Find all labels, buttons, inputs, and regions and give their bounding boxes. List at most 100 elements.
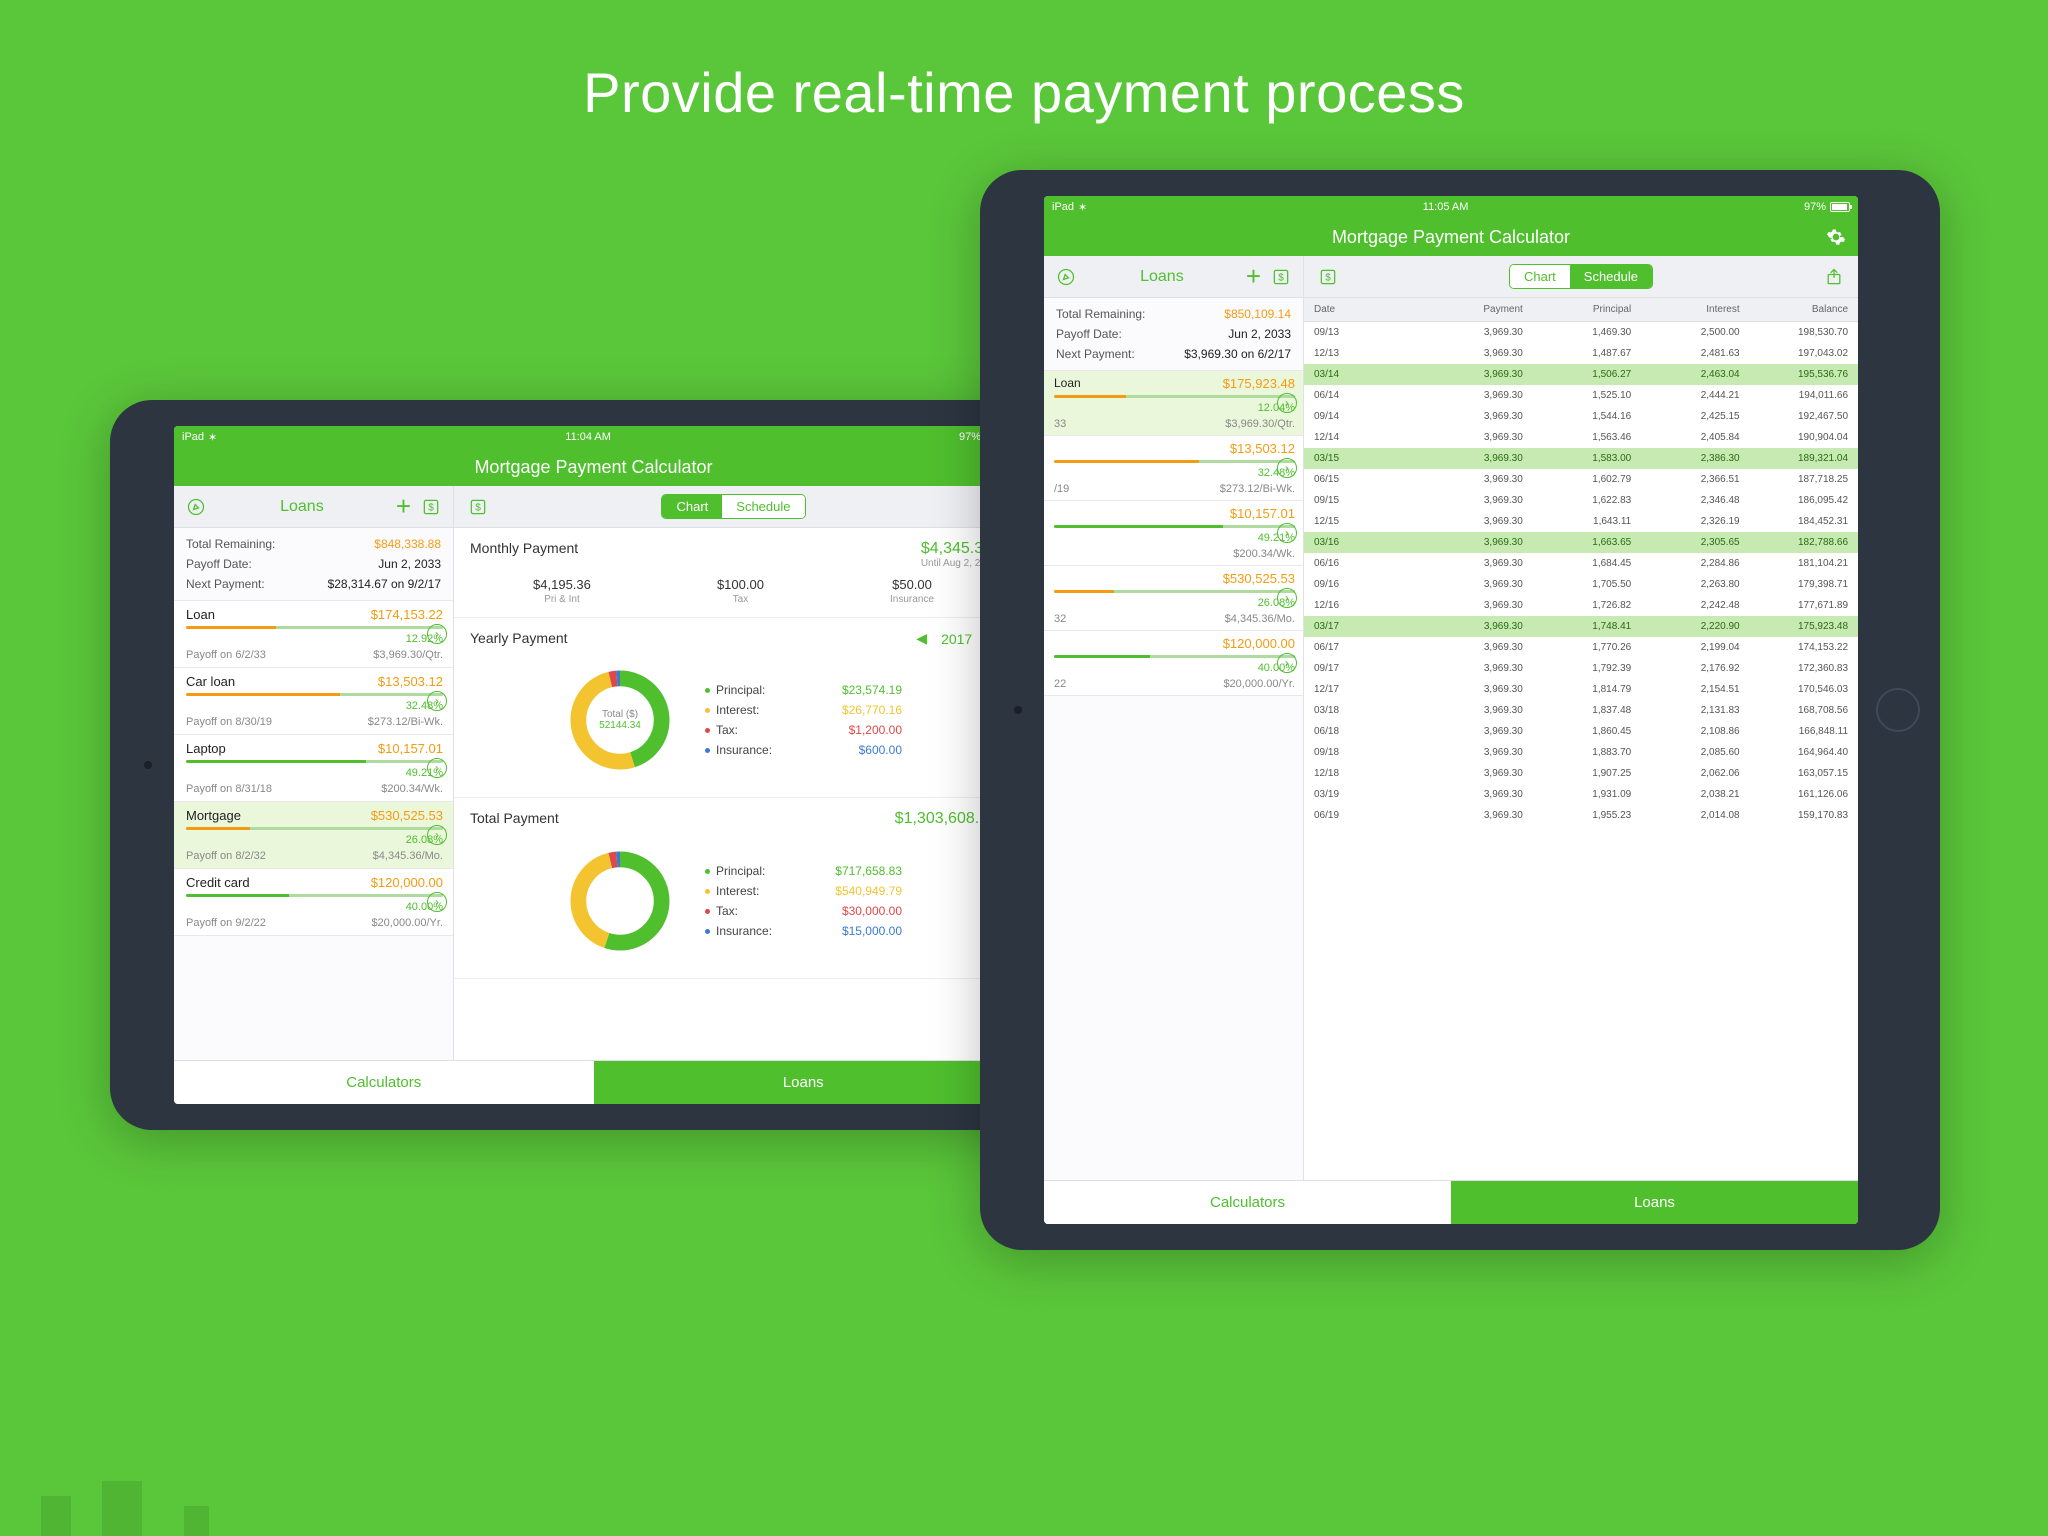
skyline-decoration [0,1476,2048,1536]
schedule-row[interactable]: 09/163,969.301,705.502,263.80179,398.71 [1304,574,1858,595]
chart-schedule-segment: Chart Schedule [661,494,805,519]
total-payment-panel: Total Payment $1,303,608.62 [454,798,1013,979]
compass-icon[interactable] [184,495,208,519]
monthly-payment-panel: Monthly Payment $4,345.36Until Aug 2, 20… [454,528,1013,618]
home-button[interactable] [1876,688,1920,732]
battery-pct: 97% [959,431,981,443]
donut-center-label: Total ($) [565,709,675,720]
ipad-right: iPad✶ 11:05 AM 97% Mortgage Payment Calc… [980,170,1940,1250]
tab-loans[interactable]: Loans [1451,1181,1858,1224]
schedule-row[interactable]: 09/153,969.301,622.832,346.48186,095.42 [1304,490,1858,511]
schedule-row[interactable]: 12/183,969.301,907.252,062.06163,057.15 [1304,763,1858,784]
currency-icon[interactable]: $ [466,495,490,519]
schedule-row[interactable]: 12/163,969.301,726.822,242.48177,671.89 [1304,595,1858,616]
monthly-insurance-value: $50.00 [890,577,934,592]
chevron-right-icon[interactable]: › [1277,588,1297,608]
schedule-row[interactable]: 03/193,969.301,931.092,038.21161,126.06 [1304,784,1858,805]
status-bar: iPad✶ 11:05 AM 97% [1044,196,1858,218]
summary-panel: Total Remaining:$850,109.14 Payoff Date:… [1044,298,1303,371]
legend-row: Insurance:$600.00 [705,740,902,760]
schedule-row[interactable]: 06/193,969.301,955.232,014.08159,170.83 [1304,805,1858,826]
camera-icon [144,761,152,769]
segment-schedule[interactable]: Schedule [1570,265,1652,288]
currency-icon[interactable]: $ [1316,265,1340,289]
title-bar: Mortgage Payment Calculator [174,448,1013,486]
schedule-row[interactable]: 03/153,969.301,583.002,386.30189,321.04 [1304,448,1858,469]
schedule-row[interactable]: 03/183,969.301,837.482,131.83168,708.56 [1304,700,1858,721]
loan-item[interactable]: Credit card$120,000.00 40.00% Payoff on … [174,869,453,936]
yearly-payment-panel: Yearly Payment ◀ 2017 ▶ [454,618,1013,798]
schedule-header-cell: Balance [1744,304,1852,315]
status-time: 11:05 AM [1087,201,1804,213]
chevron-right-icon[interactable]: › [427,825,447,845]
battery-pct: 97% [1804,201,1826,213]
schedule-row[interactable]: 06/143,969.301,525.102,444.21194,011.66 [1304,385,1858,406]
tab-calculators[interactable]: Calculators [1044,1181,1451,1224]
segment-chart[interactable]: Chart [662,495,722,518]
currency-icon[interactable]: $ [419,495,443,519]
loan-item[interactable]: $120,000.00 40.00% 22$20,000.00/Yr. › [1044,631,1303,696]
loan-item[interactable]: Loan$175,923.48 12.04% 33$3,969.30/Qtr. … [1044,371,1303,436]
schedule-header-cell: Interest [1635,304,1743,315]
schedule-row[interactable]: 06/173,969.301,770.262,199.04174,153.22 [1304,637,1858,658]
settings-button[interactable] [1826,227,1846,247]
loans-toolbar: Loans + $ [174,486,453,528]
add-loan-button[interactable]: + [396,491,411,522]
schedule-row[interactable]: 06/153,969.301,602.792,366.51187,718.25 [1304,469,1858,490]
svg-text:$: $ [428,502,434,513]
chevron-right-icon[interactable]: › [1277,523,1297,543]
schedule-row[interactable]: 03/163,969.301,663.652,305.65182,788.66 [1304,532,1858,553]
chevron-right-icon[interactable]: › [1277,393,1297,413]
monthly-pri-int-label: Pri & Int [533,594,591,605]
segment-schedule[interactable]: Schedule [722,495,804,518]
loan-item[interactable]: $530,525.53 26.08% 32$4,345.36/Mo. › [1044,566,1303,631]
tab-bar: Calculators Loans [174,1060,1013,1104]
schedule-row[interactable]: 12/173,969.301,814.792,154.51170,546.03 [1304,679,1858,700]
chevron-right-icon[interactable]: › [1277,653,1297,673]
year-prev-button[interactable]: ◀ [916,630,927,647]
schedule-row[interactable]: 06/183,969.301,860.452,108.86166,848.11 [1304,721,1858,742]
year-value: 2017 [941,631,972,647]
schedule-row[interactable]: 12/153,969.301,643.112,326.19184,452.31 [1304,511,1858,532]
compass-icon[interactable] [1054,265,1078,289]
total-remaining-value: $850,109.14 [1224,307,1291,321]
currency-icon[interactable]: $ [1269,265,1293,289]
schedule-row[interactable]: 09/173,969.301,792.392,176.92172,360.83 [1304,658,1858,679]
chevron-right-icon[interactable]: › [427,624,447,644]
chevron-right-icon[interactable]: › [427,758,447,778]
loan-item[interactable]: Loan$174,153.22 12.92% Payoff on 6/2/33$… [174,601,453,668]
app-title: Mortgage Payment Calculator [1332,227,1570,248]
status-bar: iPad ✶ 11:04 AM 97% [174,426,1013,448]
segment-chart[interactable]: Chart [1510,265,1570,288]
chart-schedule-segment: Chart Schedule [1509,264,1653,289]
tab-loans[interactable]: Loans [594,1061,1014,1104]
schedule-header-cell: Date [1310,304,1418,315]
schedule-row[interactable]: 09/133,969.301,469.302,500.00198,530.70 [1304,322,1858,343]
schedule-row[interactable]: 03/143,969.301,506.272,463.04195,536.76 [1304,364,1858,385]
add-loan-button[interactable]: + [1246,261,1261,292]
payoff-date-label: Payoff Date: [186,557,252,571]
schedule-header-cell: Principal [1527,304,1635,315]
loan-item[interactable]: Mortgage$530,525.53 26.08% Payoff on 8/2… [174,802,453,869]
next-payment-label: Next Payment: [186,577,265,591]
monthly-insurance-label: Insurance [890,594,934,605]
loan-item[interactable]: $13,503.12 32.48% /19$273.12/Bi-Wk. › [1044,436,1303,501]
loan-item[interactable]: Car loan$13,503.12 32.48% Payoff on 8/30… [174,668,453,735]
schedule-row[interactable]: 12/143,969.301,563.462,405.84190,904.04 [1304,427,1858,448]
tagline: Provide real-time payment process [0,0,2048,125]
loan-item[interactable]: $10,157.01 49.21% $200.34/Wk. › [1044,501,1303,566]
tab-calculators[interactable]: Calculators [174,1061,594,1104]
loans-toolbar: Loans + $ [1044,256,1303,298]
legend-row: Interest:$26,770.16 [705,700,902,720]
schedule-row[interactable]: 12/133,969.301,487.672,481.63197,043.02 [1304,343,1858,364]
schedule-row[interactable]: 09/143,969.301,544.162,425.15192,467.50 [1304,406,1858,427]
chevron-right-icon[interactable]: › [427,691,447,711]
share-button[interactable] [1822,265,1846,289]
schedule-row[interactable]: 09/183,969.301,883.702,085.60164,964.40 [1304,742,1858,763]
schedule-row[interactable]: 03/173,969.301,748.412,220.90175,923.48 [1304,616,1858,637]
chevron-right-icon[interactable]: › [427,892,447,912]
schedule-row[interactable]: 06/163,969.301,684.452,284.86181,104.21 [1304,553,1858,574]
summary-panel: Total Remaining:$848,338.88 Payoff Date:… [174,528,453,601]
chevron-right-icon[interactable]: › [1277,458,1297,478]
loan-item[interactable]: Laptop$10,157.01 49.21% Payoff on 8/31/1… [174,735,453,802]
